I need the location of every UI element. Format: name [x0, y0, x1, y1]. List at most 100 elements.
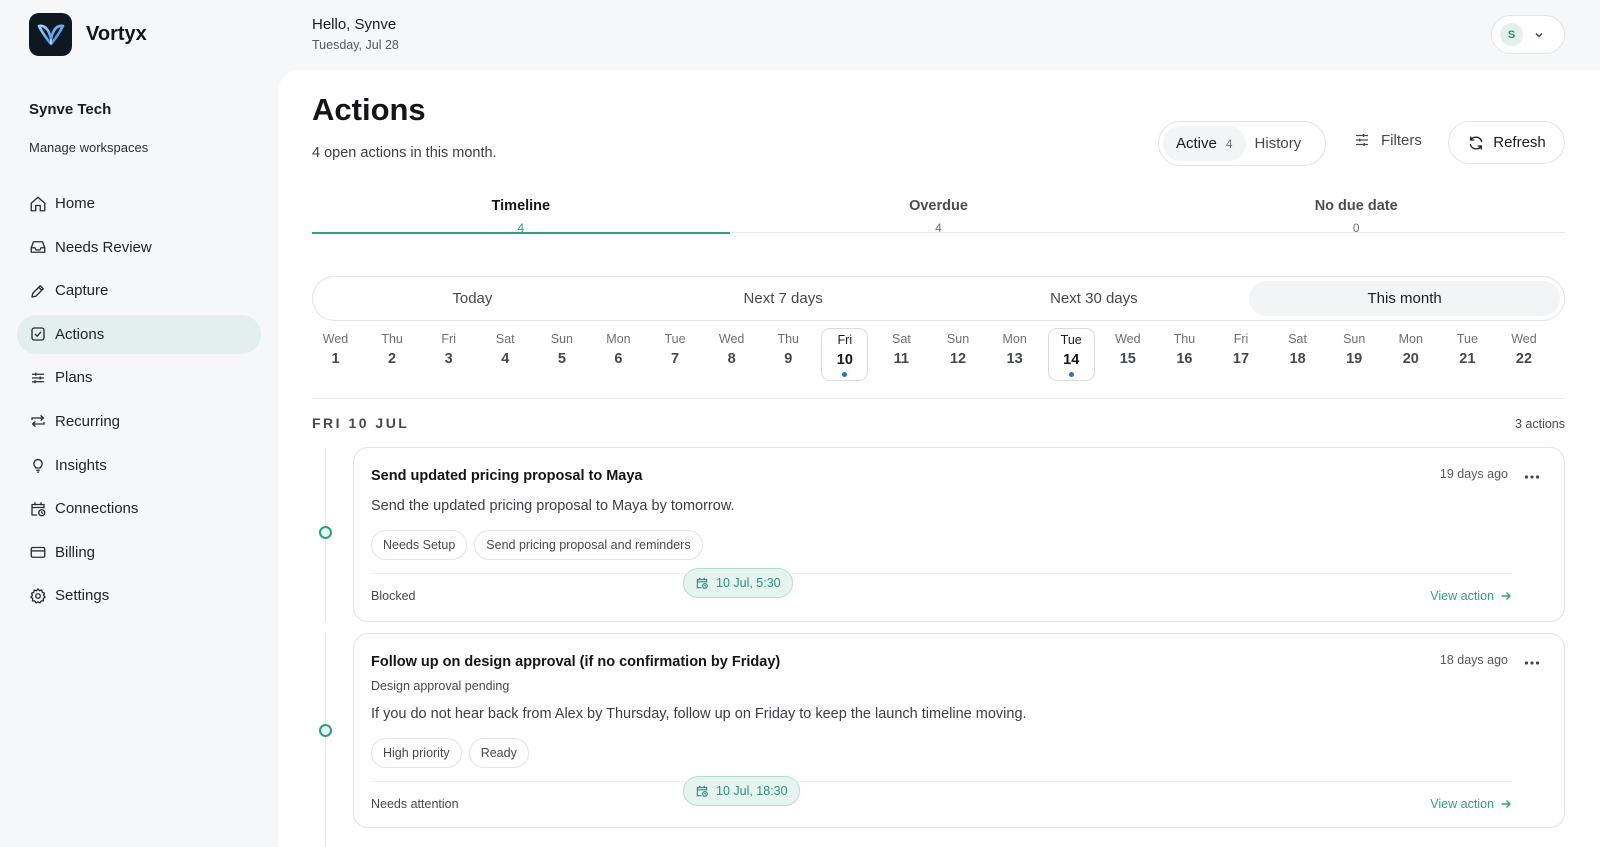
day-number: 1	[331, 351, 340, 367]
action-card[interactable]: Follow up on design approval (if no conf…	[353, 633, 1565, 828]
day-cell[interactable]: Mon 6	[595, 328, 642, 381]
tab-label: No due date	[1314, 198, 1398, 214]
day-weekday: Fri	[441, 332, 456, 346]
tag-chip[interactable]: Ready	[468, 738, 529, 768]
day-weekday: Sat	[892, 332, 911, 346]
gear-icon	[30, 588, 46, 604]
greeting: Hello, Synve	[312, 16, 397, 33]
filters-button[interactable]: Filters	[1353, 131, 1422, 149]
day-cell[interactable]: Sat 4	[482, 328, 529, 381]
day-cell[interactable]: Thu 9	[765, 328, 812, 381]
calendar-clock-icon	[696, 785, 708, 797]
sidebar-item-connections[interactable]: Connections	[17, 489, 261, 528]
day-weekday: Sat	[495, 332, 515, 346]
day-cell[interactable]: Sun 12	[935, 328, 982, 381]
day-number: 16	[1176, 351, 1193, 367]
tab-overdue[interactable]: Overdue 4	[730, 198, 1148, 235]
action-title[interactable]: Follow up on design approval (if no conf…	[371, 654, 780, 670]
day-cell[interactable]: Wed 8	[708, 328, 755, 381]
range-today[interactable]: Today	[317, 281, 628, 316]
day-weekday: Sun	[946, 332, 970, 346]
day-number: 7	[671, 351, 680, 367]
tag-chip[interactable]: Needs Setup	[371, 530, 468, 560]
day-cell[interactable]: Sun 5	[538, 328, 585, 381]
view-action-link[interactable]: View action	[1430, 797, 1512, 811]
tab-timeline[interactable]: Timeline 4	[312, 198, 730, 235]
view-action-link[interactable]: View action	[1430, 589, 1512, 603]
sidebar-item-insights[interactable]: Insights	[17, 446, 261, 485]
day-cell[interactable]: Wed 22	[1500, 328, 1547, 381]
day-cell[interactable]: Sun 19	[1331, 328, 1378, 381]
action-card[interactable]: Send updated pricing proposal to Maya 19…	[353, 447, 1565, 622]
sliders-icon	[32, 372, 44, 384]
active-count: 4	[1225, 136, 1233, 151]
day-cell[interactable]: Thu 16	[1161, 328, 1208, 381]
day-cell[interactable]: Sat 11	[878, 328, 925, 381]
pen-icon	[31, 284, 44, 298]
active-toggle-button[interactable]: Active 4	[1163, 126, 1246, 161]
manage-workspaces-link[interactable]: Manage workspaces	[29, 140, 148, 155]
day-number: 22	[1515, 351, 1533, 367]
timeline-dot	[319, 724, 332, 737]
day-weekday: Tue	[664, 332, 686, 346]
sidebar-item-actions[interactable]: Actions	[17, 314, 261, 354]
active-label: Active	[1176, 135, 1217, 152]
day-cell[interactable]: Wed 15	[1104, 328, 1151, 381]
range-this-month[interactable]: This month	[1249, 281, 1560, 316]
day-cell[interactable]: Tue 7	[652, 328, 699, 381]
sidebar-item-billing[interactable]: Billing	[17, 533, 261, 572]
day-cell[interactable]: Mon 20	[1387, 328, 1434, 381]
tag-chip[interactable]: High priority	[371, 738, 462, 768]
day-number: 17	[1232, 351, 1250, 367]
current-date: Tuesday, Jul 28	[312, 38, 399, 52]
sidebar-item-label: Capture	[55, 282, 109, 300]
group-date-heading: FRI 10 JUL	[312, 415, 410, 431]
day-cell[interactable]: Thu 2	[369, 328, 416, 381]
tab-no-due-date[interactable]: No due date 0	[1147, 198, 1565, 235]
day-cell[interactable]: Tue 14	[1047, 328, 1095, 381]
chevron-down-icon	[1535, 32, 1543, 38]
brand[interactable]: Vortyx	[29, 13, 147, 56]
workspace-name[interactable]: Synve Tech	[29, 101, 111, 118]
action-subtitle: Design approval pending	[371, 679, 510, 693]
active-history-toggle: Active 4 History	[1158, 121, 1326, 166]
day-number: 8	[727, 351, 736, 367]
action-status: Needs attention	[371, 797, 459, 811]
day-number: 10	[836, 352, 853, 368]
history-toggle-button[interactable]: History	[1255, 135, 1302, 152]
tag-chip[interactable]: Send pricing proposal and reminders	[474, 530, 703, 560]
day-cell[interactable]: Wed 1	[312, 328, 359, 381]
more-options-icon[interactable]	[1523, 468, 1541, 486]
action-age: 18 days ago	[1439, 653, 1508, 667]
day-cell[interactable]: Mon 13	[991, 328, 1038, 381]
sidebar-item-recurring[interactable]: Recurring	[17, 402, 261, 441]
day-cell[interactable]: Fri 3	[425, 328, 472, 381]
action-chips: 10 Jul, 18:30 High priority Ready	[371, 738, 800, 806]
sidebar-item-plans[interactable]: Plans	[17, 358, 261, 397]
sidebar-item-capture[interactable]: Capture	[17, 271, 261, 310]
user-menu-button[interactable]: S	[1491, 15, 1565, 54]
sidebar-item-label: Settings	[55, 587, 110, 605]
has-actions-dot	[1068, 372, 1074, 377]
date-range-selector: Today Next 7 days Next 30 days This mont…	[312, 276, 1565, 321]
range-next-7-days[interactable]: Next 7 days	[628, 281, 939, 316]
calendar-clock-icon	[31, 501, 46, 517]
more-options-icon[interactable]	[1523, 654, 1541, 672]
timeline-dot	[319, 526, 332, 539]
card-divider	[371, 781, 1512, 782]
day-weekday: Sat	[1288, 332, 1307, 346]
sidebar-item-home[interactable]: Home	[17, 184, 261, 223]
range-next-30-days[interactable]: Next 30 days	[939, 281, 1250, 316]
day-cell[interactable]: Sat 18	[1274, 328, 1321, 381]
day-cell[interactable]: Fri 10	[821, 328, 869, 381]
action-title[interactable]: Send updated pricing proposal to Maya	[371, 468, 643, 484]
refresh-button[interactable]: Refresh	[1448, 121, 1565, 164]
day-number: 18	[1289, 351, 1306, 367]
sidebar-item-needs-review[interactable]: Needs Review	[17, 228, 261, 267]
day-weekday: Wed	[1511, 332, 1537, 346]
sidebar-item-settings[interactable]: Settings	[17, 576, 261, 615]
day-cell[interactable]: Tue 21	[1444, 328, 1491, 381]
day-cell[interactable]: Fri 17	[1218, 328, 1265, 381]
day-weekday: Wed	[718, 332, 745, 346]
filters-label: Filters	[1381, 131, 1422, 149]
